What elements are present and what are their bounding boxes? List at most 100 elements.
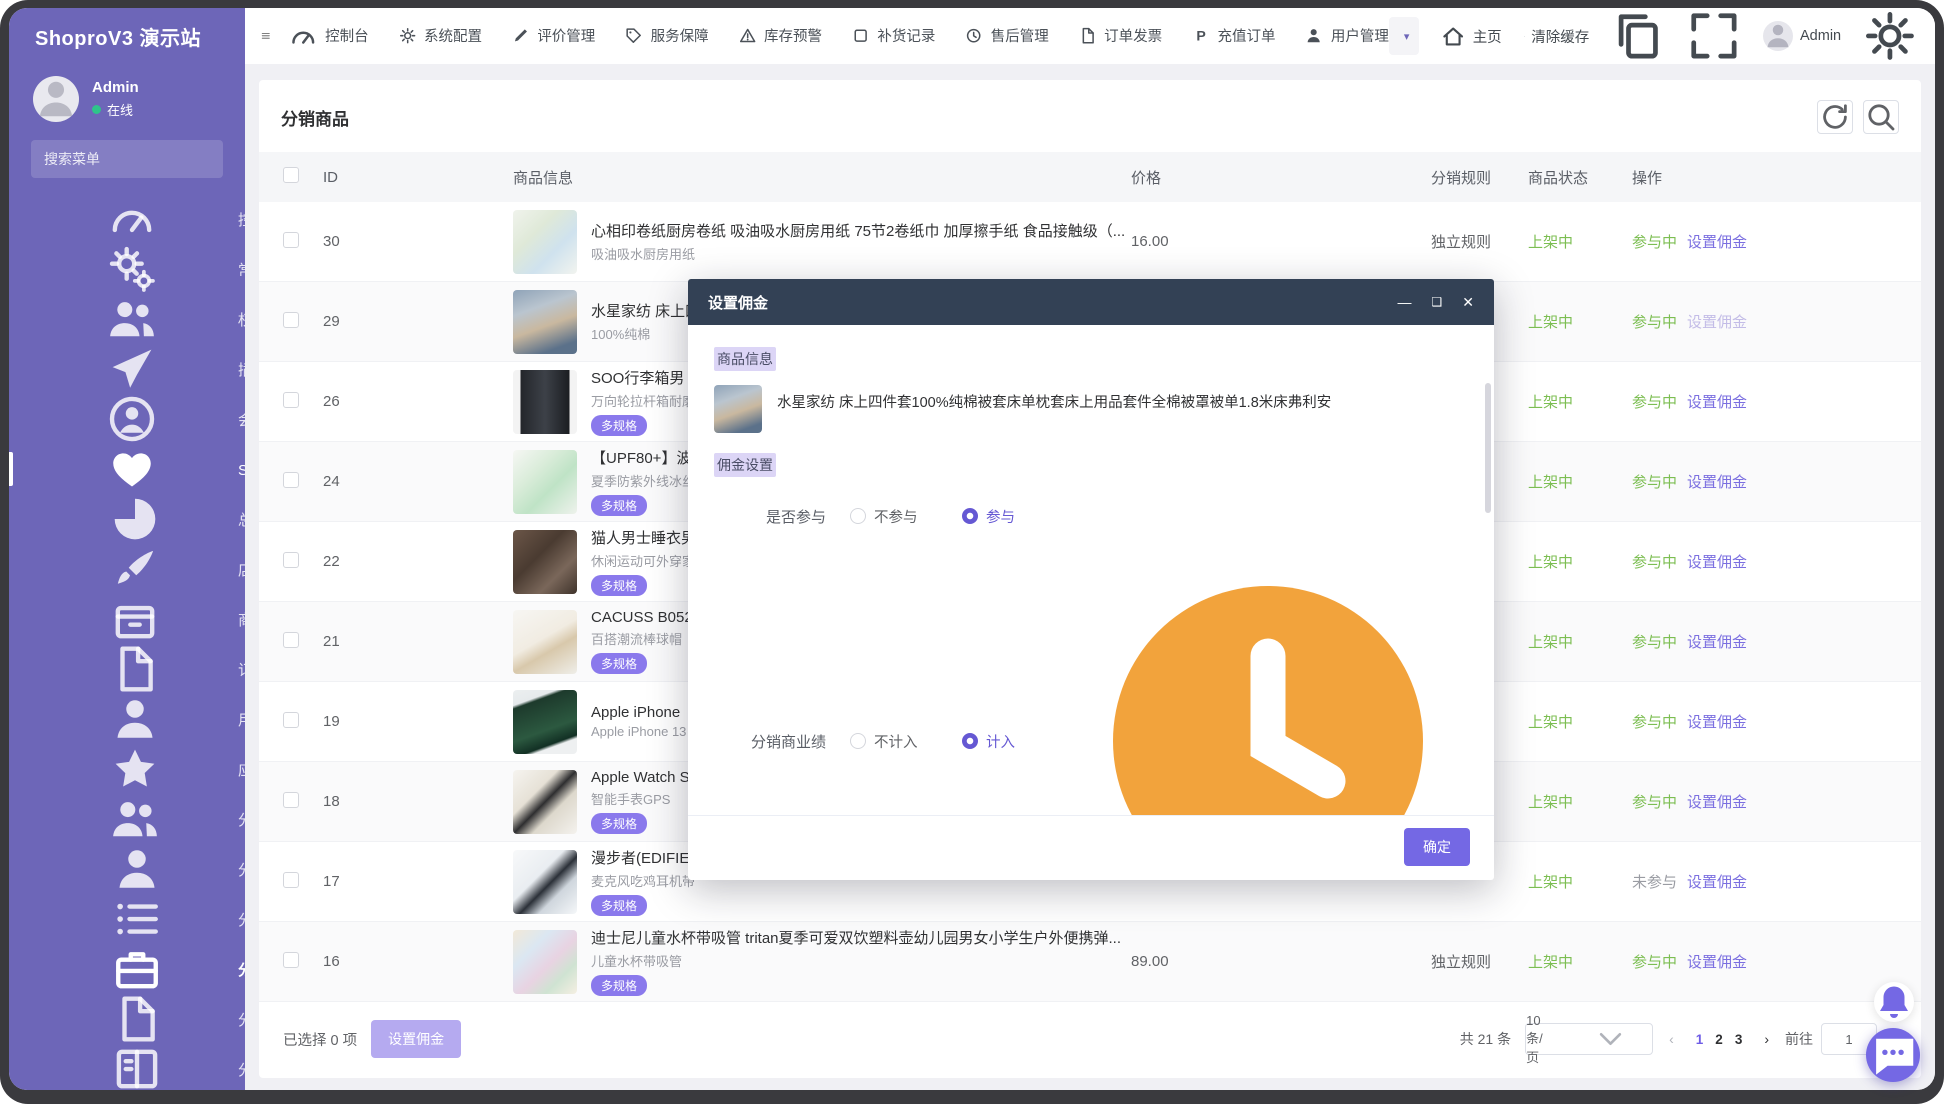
sidebar-item-distributor[interactable]: 分销商	[9, 844, 245, 894]
sidebar-item-shop-decoration[interactable]: 店铺装修	[9, 544, 245, 594]
page-number-1[interactable]: 1	[1690, 1032, 1710, 1047]
set-commission-link[interactable]: 设置佣金	[1687, 391, 1747, 412]
row-checkbox[interactable]	[283, 951, 299, 968]
topnav-items: 控制台 系统配置 评价管理 服务保障 库存预警 补货记录 售后管理 订单发票 P 充值订单 用户管理	[289, 22, 1389, 51]
nav-item-system-config[interactable]: 系统配置	[399, 25, 482, 46]
menu-search-input[interactable]	[44, 151, 225, 167]
column-rule: 分销规则	[1431, 169, 1492, 187]
set-commission-link[interactable]: 设置佣金	[1687, 791, 1747, 812]
sidebar-item-overview[interactable]: 总览	[9, 494, 245, 544]
product-subtitle: 吸油吸水厨房用纸	[591, 247, 696, 262]
confirm-button[interactable]: 确定	[1404, 828, 1470, 866]
set-commission-link[interactable]: 设置佣金	[1687, 631, 1747, 652]
sidebar-item-distribution-goods[interactable]: 分销商品	[9, 944, 245, 994]
nav-item-recharge-orders[interactable]: P 充值订单	[1192, 25, 1275, 46]
sidebar-item-distribution-trends[interactable]: 分销动态	[9, 1044, 245, 1090]
row-checkbox[interactable]	[283, 391, 299, 408]
nav-item-label: 用户管理	[1330, 29, 1389, 46]
row-checkbox[interactable]	[283, 711, 299, 728]
sidebar-item-distribution-center[interactable]: 分销中心	[9, 794, 245, 844]
help-clock-icon[interactable]	[1068, 541, 1468, 815]
row-checkbox[interactable]	[283, 471, 299, 488]
sidebar-item-distributor-level[interactable]: 分销商等级	[9, 894, 245, 944]
nav-item-service-guarantee[interactable]: 服务保障	[625, 25, 709, 46]
sidebar-item-label: 应用中心	[238, 759, 245, 780]
next-page-button[interactable]: ›	[1762, 1031, 1771, 1047]
radio-option[interactable]: 不参与	[850, 506, 962, 527]
radio-option[interactable]: 参与	[962, 506, 1074, 527]
close-icon[interactable]: ✕	[1462, 295, 1474, 309]
row-checkbox[interactable]	[283, 871, 299, 888]
avatar[interactable]	[33, 76, 79, 122]
nav-item-review-management[interactable]: 评价管理	[512, 25, 595, 46]
sidebar-item-distribution-orders[interactable]: 分销订单	[9, 994, 245, 1044]
sidebar-item-user-management[interactable]: 用户管理	[9, 694, 245, 744]
sidebar-item-goods-management[interactable]: 商品管理	[9, 594, 245, 644]
fullscreen-button[interactable]	[1687, 9, 1741, 63]
sidebar-item-member-management[interactable]: 会员管理	[9, 394, 245, 444]
notification-bell-button[interactable]	[1874, 982, 1914, 1022]
nav-item-label: 售后管理	[990, 29, 1049, 46]
set-commission-link[interactable]: 设置佣金	[1687, 311, 1747, 332]
maximize-icon[interactable]: ❑	[1432, 296, 1443, 308]
table-search-button[interactable]	[1863, 100, 1899, 134]
page-number-2[interactable]: 2	[1709, 1032, 1729, 1047]
nav-item-console[interactable]: 控制台	[289, 22, 369, 51]
nav-item-user-management[interactable]: 用户管理	[1305, 25, 1389, 46]
topnav-right: ▾ 主页 清除缓存 Admin	[1388, 9, 1917, 63]
sidebar-item-permission-management[interactable]: 权限管理	[9, 294, 245, 344]
clear-cache-button[interactable]: 清除缓存	[1523, 26, 1589, 47]
sidebar-item-app-center[interactable]: 应用中心	[9, 744, 245, 794]
page-number-3[interactable]: 3	[1729, 1032, 1749, 1047]
set-commission-link[interactable]: 设置佣金	[1687, 711, 1747, 732]
settings-button[interactable]	[1863, 9, 1917, 63]
person-icon	[1763, 21, 1793, 51]
product-thumbnail	[513, 449, 577, 514]
form-row-performance: 分销商业绩 不计入 计入	[714, 541, 1468, 815]
participation-status: 参与中	[1632, 794, 1678, 811]
bulk-set-commission-button[interactable]: 设置佣金	[371, 1020, 462, 1058]
sidebar-item-shopro-mall[interactable]: Shopro商城	[9, 444, 245, 494]
refresh-button[interactable]	[1817, 100, 1853, 134]
minimize-icon[interactable]: —	[1398, 295, 1412, 309]
multi-spec-badge: 多规格	[591, 653, 648, 674]
nav-item-order-invoice[interactable]: 订单发票	[1079, 25, 1162, 46]
row-checkbox[interactable]	[283, 311, 299, 328]
set-commission-link[interactable]: 设置佣金	[1687, 551, 1747, 572]
product-thumbnail	[513, 209, 577, 274]
nav-item-stock-warning[interactable]: 库存预警	[739, 25, 822, 46]
home-button[interactable]: 主页	[1441, 24, 1502, 48]
sidebar-item-order-center[interactable]: 订单中心	[9, 644, 245, 694]
row-checkbox[interactable]	[283, 631, 299, 648]
sidebar-item-general-management[interactable]: 常规管理new	[9, 244, 245, 294]
select-all-checkbox[interactable]	[283, 167, 299, 183]
set-commission-link[interactable]: 设置佣金	[1687, 471, 1747, 492]
radio-option[interactable]: 不计入	[850, 731, 962, 752]
nav-menu-dropdown[interactable]: ▾	[1388, 17, 1420, 55]
multi-spec-badge: 多规格	[591, 495, 648, 516]
nav-item-restock-records[interactable]: 补货记录	[852, 25, 935, 46]
user-menu[interactable]: Admin	[1763, 21, 1841, 51]
row-checkbox[interactable]	[283, 791, 299, 808]
modal-header: 设置佣金 — ❑ ✕	[688, 279, 1494, 325]
radio-option[interactable]: 计入	[962, 731, 1074, 752]
copy-button[interactable]	[1611, 9, 1665, 63]
row-checkbox[interactable]	[283, 231, 299, 248]
sidebar-item-label: 订单中心	[238, 659, 245, 680]
set-commission-link[interactable]: 设置佣金	[1687, 871, 1747, 892]
nav-item-label: 订单发票	[1104, 29, 1163, 46]
set-commission-link[interactable]: 设置佣金	[1687, 951, 1747, 972]
pencil-icon	[512, 27, 529, 44]
sidebar: ShoproV3 演示站 Admin 在线 控制台hot常规管理new 权限管理插…	[9, 8, 245, 1090]
page-size-select[interactable]: 10条/页	[1525, 1013, 1654, 1065]
sidebar-collapse-button[interactable]	[261, 31, 271, 41]
sidebar-item-console[interactable]: 控制台hot	[9, 194, 245, 244]
set-commission-link[interactable]: 设置佣金	[1687, 231, 1747, 252]
prev-page-button[interactable]: ‹	[1667, 1031, 1676, 1047]
modal-scrollbar[interactable]	[1485, 383, 1491, 513]
brand-logo[interactable]: ShoproV3 演示站	[9, 8, 245, 64]
sidebar-item-plugin-management[interactable]: 插件管理new	[9, 344, 245, 394]
row-checkbox[interactable]	[283, 551, 299, 568]
chat-bubble-button[interactable]	[1866, 1028, 1920, 1082]
nav-item-aftersale-management[interactable]: 售后管理	[965, 25, 1049, 46]
